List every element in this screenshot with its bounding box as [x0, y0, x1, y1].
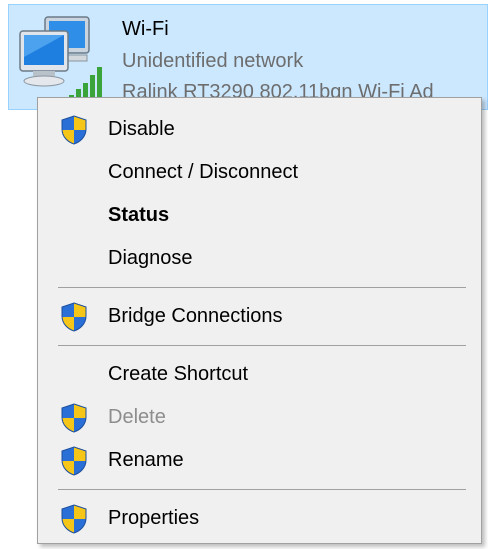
context-menu: Disable Connect / Disconnect Status Diag…: [37, 97, 482, 544]
menu-item-label: Create Shortcut: [108, 363, 249, 385]
menu-item-label: Disable: [108, 118, 175, 140]
uac-shield-icon: [60, 504, 88, 534]
menu-item-delete: Delete: [40, 397, 479, 437]
menu-item-label: Delete: [108, 406, 166, 428]
network-name: Wi-Fi: [122, 18, 169, 40]
menu-item-create-shortcut[interactable]: Create Shortcut: [40, 354, 479, 394]
menu-separator: [58, 489, 466, 490]
wifi-adapter-tile[interactable]: Wi-Fi Unidentified network Ralink RT3290…: [8, 4, 488, 110]
uac-shield-icon: [60, 403, 88, 433]
menu-item-properties[interactable]: Properties: [40, 498, 479, 538]
uac-shield-icon: [60, 302, 88, 332]
uac-shield-icon: [60, 446, 88, 476]
menu-item-label: Properties: [108, 507, 200, 529]
menu-separator: [58, 345, 466, 346]
menu-separator: [58, 287, 466, 288]
menu-item-diagnose[interactable]: Diagnose: [40, 238, 479, 278]
menu-item-rename[interactable]: Rename: [40, 440, 479, 480]
menu-item-disable[interactable]: Disable: [40, 109, 479, 149]
menu-item-connect-disconnect[interactable]: Connect / Disconnect: [40, 152, 479, 192]
menu-item-label: Status: [108, 204, 170, 226]
network-connections-window: Wi-Fi Unidentified network Ralink RT3290…: [0, 0, 488, 549]
menu-item-label: Bridge Connections: [108, 305, 283, 327]
network-status: Unidentified network: [122, 50, 304, 72]
menu-item-bridge-connections[interactable]: Bridge Connections: [40, 296, 479, 336]
menu-item-label: Connect / Disconnect: [108, 161, 299, 183]
network-computers-icon: [17, 11, 117, 107]
menu-item-status[interactable]: Status: [40, 195, 479, 235]
uac-shield-icon: [60, 115, 88, 145]
menu-item-label: Rename: [108, 449, 184, 471]
menu-item-label: Diagnose: [108, 247, 193, 269]
